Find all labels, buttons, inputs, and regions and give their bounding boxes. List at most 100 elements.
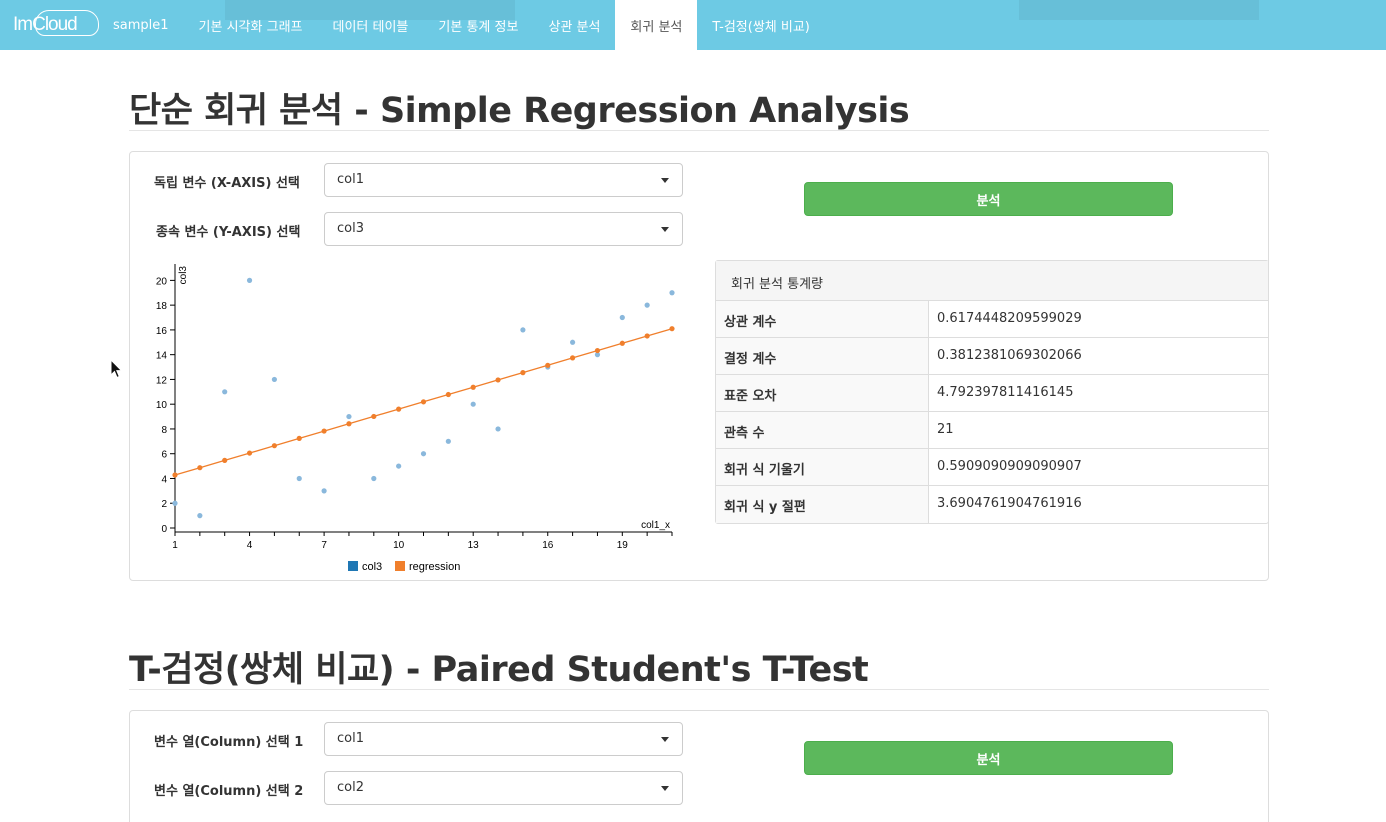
- brand-logo[interactable]: ImCloud: [13, 10, 99, 38]
- y-axis-title: col3: [178, 266, 189, 285]
- chevron-down-icon: [661, 737, 669, 742]
- ttest-analyze-button[interactable]: 분석: [804, 741, 1173, 775]
- regression-point: [495, 377, 501, 383]
- stats-row: 결정 계수 0.3812381069302066: [716, 338, 1268, 375]
- x-tick-label: 10: [393, 540, 405, 551]
- y-axis-select[interactable]: col3: [324, 212, 683, 246]
- y-tick-label: 8: [161, 425, 167, 436]
- x-tick-label: 7: [321, 540, 327, 551]
- regression-point: [420, 399, 427, 405]
- ttest-panel: 변수 열(Column) 선택 1 col1 변수 열(Column) 선택 2…: [129, 710, 1269, 822]
- regression-point: [545, 362, 551, 368]
- scatter-point: [222, 389, 228, 395]
- x-axis-select-value: col1: [337, 172, 364, 187]
- stats-key: 회귀 식 기울기: [716, 449, 929, 485]
- scatter-point: [197, 513, 203, 519]
- scatter-point: [520, 327, 526, 333]
- scatter-point: [271, 376, 277, 383]
- regression-point: [470, 384, 476, 390]
- divider: [129, 130, 1269, 131]
- x-tick-label: 4: [247, 540, 253, 551]
- scatter-point: [445, 438, 451, 444]
- stats-value: 3.6904761904761916: [937, 496, 1082, 511]
- regression-panel: 독립 변수 (X-AXIS) 선택 col1 종속 변수 (Y-AXIS) 선택…: [129, 151, 1269, 581]
- scatter-point: [669, 290, 675, 296]
- bg-cell: 1.0: [1019, 0, 1259, 20]
- regression-point: [321, 428, 327, 434]
- legend-swatch-col3: [348, 561, 358, 571]
- chevron-down-icon: [661, 227, 669, 232]
- stats-row: 표준 오차 4.792397811416145: [716, 375, 1268, 412]
- x-tick-label: 13: [468, 540, 480, 551]
- regression-point: [445, 391, 451, 398]
- nav-tab-data-table[interactable]: 데이터 테이블: [318, 0, 424, 50]
- stats-value: 4.792397811416145: [937, 385, 1074, 400]
- stats-heading: 회귀 분석 통계량: [716, 261, 1268, 301]
- stats-row: 회귀 식 기울기 0.5909090909090907: [716, 449, 1268, 486]
- regression-point: [346, 421, 352, 427]
- regression-point: [222, 457, 228, 463]
- stats-key: 상관 계수: [716, 301, 929, 337]
- column2-select-value: col2: [337, 780, 364, 795]
- nav-tab-basic-graph[interactable]: 기본 시각화 그래프: [184, 0, 318, 50]
- scatter-point: [420, 451, 427, 457]
- stats-value: 0.3812381069302066: [937, 348, 1082, 363]
- column1-label: 변수 열(Column) 선택 1: [154, 735, 304, 750]
- regression-point: [296, 435, 302, 441]
- nav-tab-correlation[interactable]: 상관 분석: [533, 0, 615, 50]
- regression-point: [172, 472, 178, 478]
- scatter-point: [172, 500, 178, 506]
- scatter-point: [644, 302, 650, 308]
- x-axis-select[interactable]: col1: [324, 163, 683, 197]
- stats-value: 0.6174448209599029: [937, 311, 1082, 326]
- nav-tab-sample1[interactable]: sample1: [98, 0, 184, 50]
- scatter-point: [396, 463, 402, 469]
- mouse-cursor-icon: [110, 359, 123, 379]
- chevron-down-icon: [661, 178, 669, 183]
- regression-title: 단순 회귀 분석 - Simple Regression Analysis: [129, 91, 910, 131]
- y-tick-label: 10: [156, 400, 168, 411]
- regression-point: [644, 333, 650, 339]
- regression-stats-table: 회귀 분석 통계량 상관 계수 0.6174448209599029 결정 계수…: [715, 260, 1269, 524]
- stats-key: 회귀 식 y 절편: [716, 486, 929, 523]
- y-axis-select-value: col3: [337, 221, 364, 236]
- scatter-point: [570, 339, 576, 345]
- regression-chart: 024681012141618201 4 7 10 13 16 19col1_xcol3co…: [156, 264, 675, 573]
- scatter-point: [470, 401, 476, 407]
- ttest-title: T-검정(쌍체 비교) - Paired Student's T-Test: [129, 650, 869, 690]
- x-axis-title: col1_x: [641, 520, 670, 531]
- regression-point: [371, 413, 377, 420]
- scatter-point: [246, 277, 253, 283]
- nav-tab-ttest[interactable]: T-검정(쌍체 비교): [697, 0, 824, 50]
- nav-tab-regression[interactable]: 회귀 분석: [615, 0, 698, 50]
- scatter-point: [321, 488, 327, 494]
- x-axis-label: 독립 변수 (X-AXIS) 선택: [154, 176, 300, 191]
- brand-text: ImCloud: [13, 14, 78, 35]
- nav-tab-basic-stats[interactable]: 기본 통계 정보: [423, 0, 533, 50]
- regression-point: [594, 347, 601, 354]
- legend-swatch-regression: [395, 561, 405, 571]
- regression-point: [271, 443, 277, 449]
- legend-label-col3: col3: [362, 561, 382, 573]
- y-tick-label: 2: [161, 499, 167, 510]
- stats-value: 0.5909090909090907: [937, 459, 1082, 474]
- column1-select[interactable]: col1: [324, 722, 683, 756]
- chevron-down-icon: [661, 786, 669, 791]
- scatter-point: [619, 314, 625, 321]
- stats-key: 표준 오차: [716, 375, 929, 411]
- nav-tabs: sample1 기본 시각화 그래프 데이터 테이블 기본 통계 정보 상관 분…: [98, 0, 825, 50]
- regression-point: [669, 326, 675, 332]
- x-tick-label: 1: [172, 540, 178, 551]
- stats-row: 회귀 식 y 절편 3.6904761904761916: [716, 486, 1268, 523]
- y-tick-label: 0: [161, 524, 167, 535]
- stats-row: 상관 계수 0.6174448209599029: [716, 301, 1268, 338]
- scatter-point: [371, 475, 377, 482]
- x-tick-label: 16: [542, 540, 554, 551]
- y-tick-label: 18: [156, 301, 168, 312]
- column2-label: 변수 열(Column) 선택 2: [154, 784, 304, 799]
- column2-select[interactable]: col2: [324, 771, 683, 805]
- legend-label-regression: regression: [409, 561, 460, 573]
- regression-analyze-button[interactable]: 분석: [804, 182, 1173, 216]
- scatter-point: [296, 475, 302, 482]
- regression-point: [619, 340, 625, 346]
